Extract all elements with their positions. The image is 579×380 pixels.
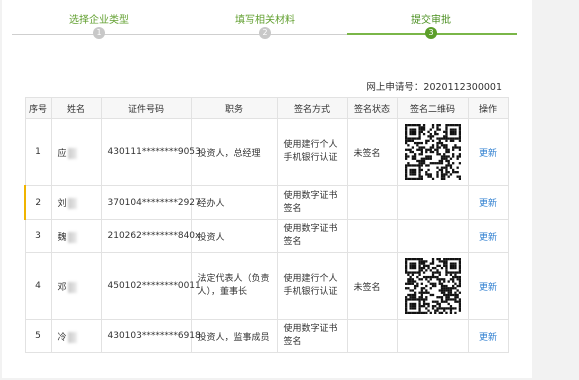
row-role: 投资人，总经理 <box>190 118 278 186</box>
update-link[interactable]: 更新 <box>479 233 497 243</box>
col-header-name: 姓名 <box>50 97 102 119</box>
row-status: 未签名 <box>346 118 398 186</box>
row-no: 5 <box>24 319 52 353</box>
name-blur-mask <box>67 231 77 243</box>
row-status <box>346 219 398 253</box>
step-1-label: 选择企业类型 <box>69 15 129 26</box>
row-method: 使用建行个人手机银行认证 <box>276 252 348 320</box>
row-status: 未签名 <box>346 252 398 320</box>
row-id: 210262********840x <box>100 219 200 253</box>
row-action-cell: 更新 <box>467 118 509 186</box>
update-link[interactable]: 更新 <box>479 283 497 293</box>
row-name: 应 <box>50 118 102 186</box>
step-2-label: 填写相关材料 <box>235 15 295 26</box>
row-role: 投资人，监事成员 <box>190 319 278 353</box>
row-action-cell: 更新 <box>467 252 509 320</box>
table-row: 3 魏 210262********840x 投资人 使用数字证书签名 更新 <box>24 219 509 253</box>
row-name-text: 魏 <box>57 232 67 243</box>
row-qr-cell <box>396 219 469 253</box>
signer-table: 序号 姓名 证件号码 职务 签名方式 签名状态 签名二维码 操作 1 应 430… <box>24 97 509 353</box>
row-id: 430111********9053 <box>100 118 201 186</box>
request-number: 网上申请号：2020112300001 <box>366 82 502 93</box>
update-link[interactable]: 更新 <box>479 199 497 209</box>
step-2-circle: 2 <box>259 27 271 39</box>
table-row: 4 邓 450102********0011 法定代表人（负责人），董事长 使用… <box>24 252 509 320</box>
row-status <box>346 319 398 353</box>
approval-card: 选择企业类型 填写相关材料 提交审批 1 2 3 网上申请号：202011230… <box>2 0 532 378</box>
row-name: 刘 <box>50 185 102 220</box>
row-role: 法定代表人（负责人），董事长 <box>190 252 278 320</box>
row-qr-cell <box>396 252 469 320</box>
row-no: 2 <box>24 185 52 220</box>
step-3-circle: 3 <box>425 27 437 39</box>
col-header-qr: 签名二维码 <box>396 97 469 119</box>
update-link[interactable]: 更新 <box>479 149 497 159</box>
step-3-label: 提交审批 <box>411 15 451 26</box>
signature-qr-code[interactable] <box>404 124 461 180</box>
col-header-no: 序号 <box>24 97 52 119</box>
table-row: 2 刘 370104********2927 经办人 使用数字证书签名 更新 <box>24 185 509 220</box>
row-qr-cell <box>396 118 469 186</box>
step-1-circle: 1 <box>93 27 105 39</box>
row-method: 使用数字证书签名 <box>276 185 348 220</box>
row-method: 使用数字证书签名 <box>276 319 348 353</box>
row-id: 370104********2927 <box>100 185 201 220</box>
name-blur-mask <box>67 281 77 293</box>
signature-qr-code[interactable] <box>404 258 461 314</box>
row-name: 魏 <box>50 219 102 253</box>
row-status <box>346 185 398 220</box>
row-role: 经办人 <box>190 185 278 220</box>
row-action-cell: 更新 <box>467 319 509 353</box>
row-name-text: 冷 <box>57 332 67 343</box>
name-blur-mask <box>67 198 77 209</box>
step-progress: 选择企业类型 填写相关材料 提交审批 1 2 3 <box>2 0 532 48</box>
row-action-cell: 更新 <box>467 185 509 220</box>
row-name: 冷 <box>50 319 102 353</box>
col-header-id: 证件号码 <box>100 97 192 119</box>
col-header-status: 签名状态 <box>346 97 398 119</box>
row-name-text: 刘 <box>57 199 67 209</box>
row-id: 430103********6918 <box>100 319 201 353</box>
update-link[interactable]: 更新 <box>479 333 497 343</box>
row-action-cell: 更新 <box>467 219 509 253</box>
row-name: 邓 <box>50 252 102 320</box>
table-row: 5 冷 430103********6918 投资人，监事成员 使用数字证书签名… <box>24 319 509 353</box>
row-method: 使用建行个人手机银行认证 <box>276 118 348 186</box>
row-qr-cell <box>396 185 469 220</box>
row-no: 4 <box>24 252 52 320</box>
row-role: 投资人 <box>190 219 278 253</box>
col-header-role: 职务 <box>190 97 278 119</box>
table-header-row: 序号 姓名 证件号码 职务 签名方式 签名状态 签名二维码 操作 <box>24 97 509 119</box>
row-no: 1 <box>24 118 52 186</box>
name-blur-mask <box>67 331 77 343</box>
col-header-action: 操作 <box>467 97 509 119</box>
step-track <box>12 34 347 35</box>
table-row: 1 应 430111********9053 投资人，总经理 使用建行个人手机银… <box>24 118 509 186</box>
row-no: 3 <box>24 219 52 253</box>
col-header-method: 签名方式 <box>276 97 348 119</box>
row-id: 450102********0011 <box>100 252 201 320</box>
row-qr-cell <box>396 319 469 353</box>
row-name-text: 应 <box>57 148 67 159</box>
row-method: 使用数字证书签名 <box>276 219 348 253</box>
name-blur-mask <box>67 147 77 159</box>
row-name-text: 邓 <box>57 282 67 293</box>
